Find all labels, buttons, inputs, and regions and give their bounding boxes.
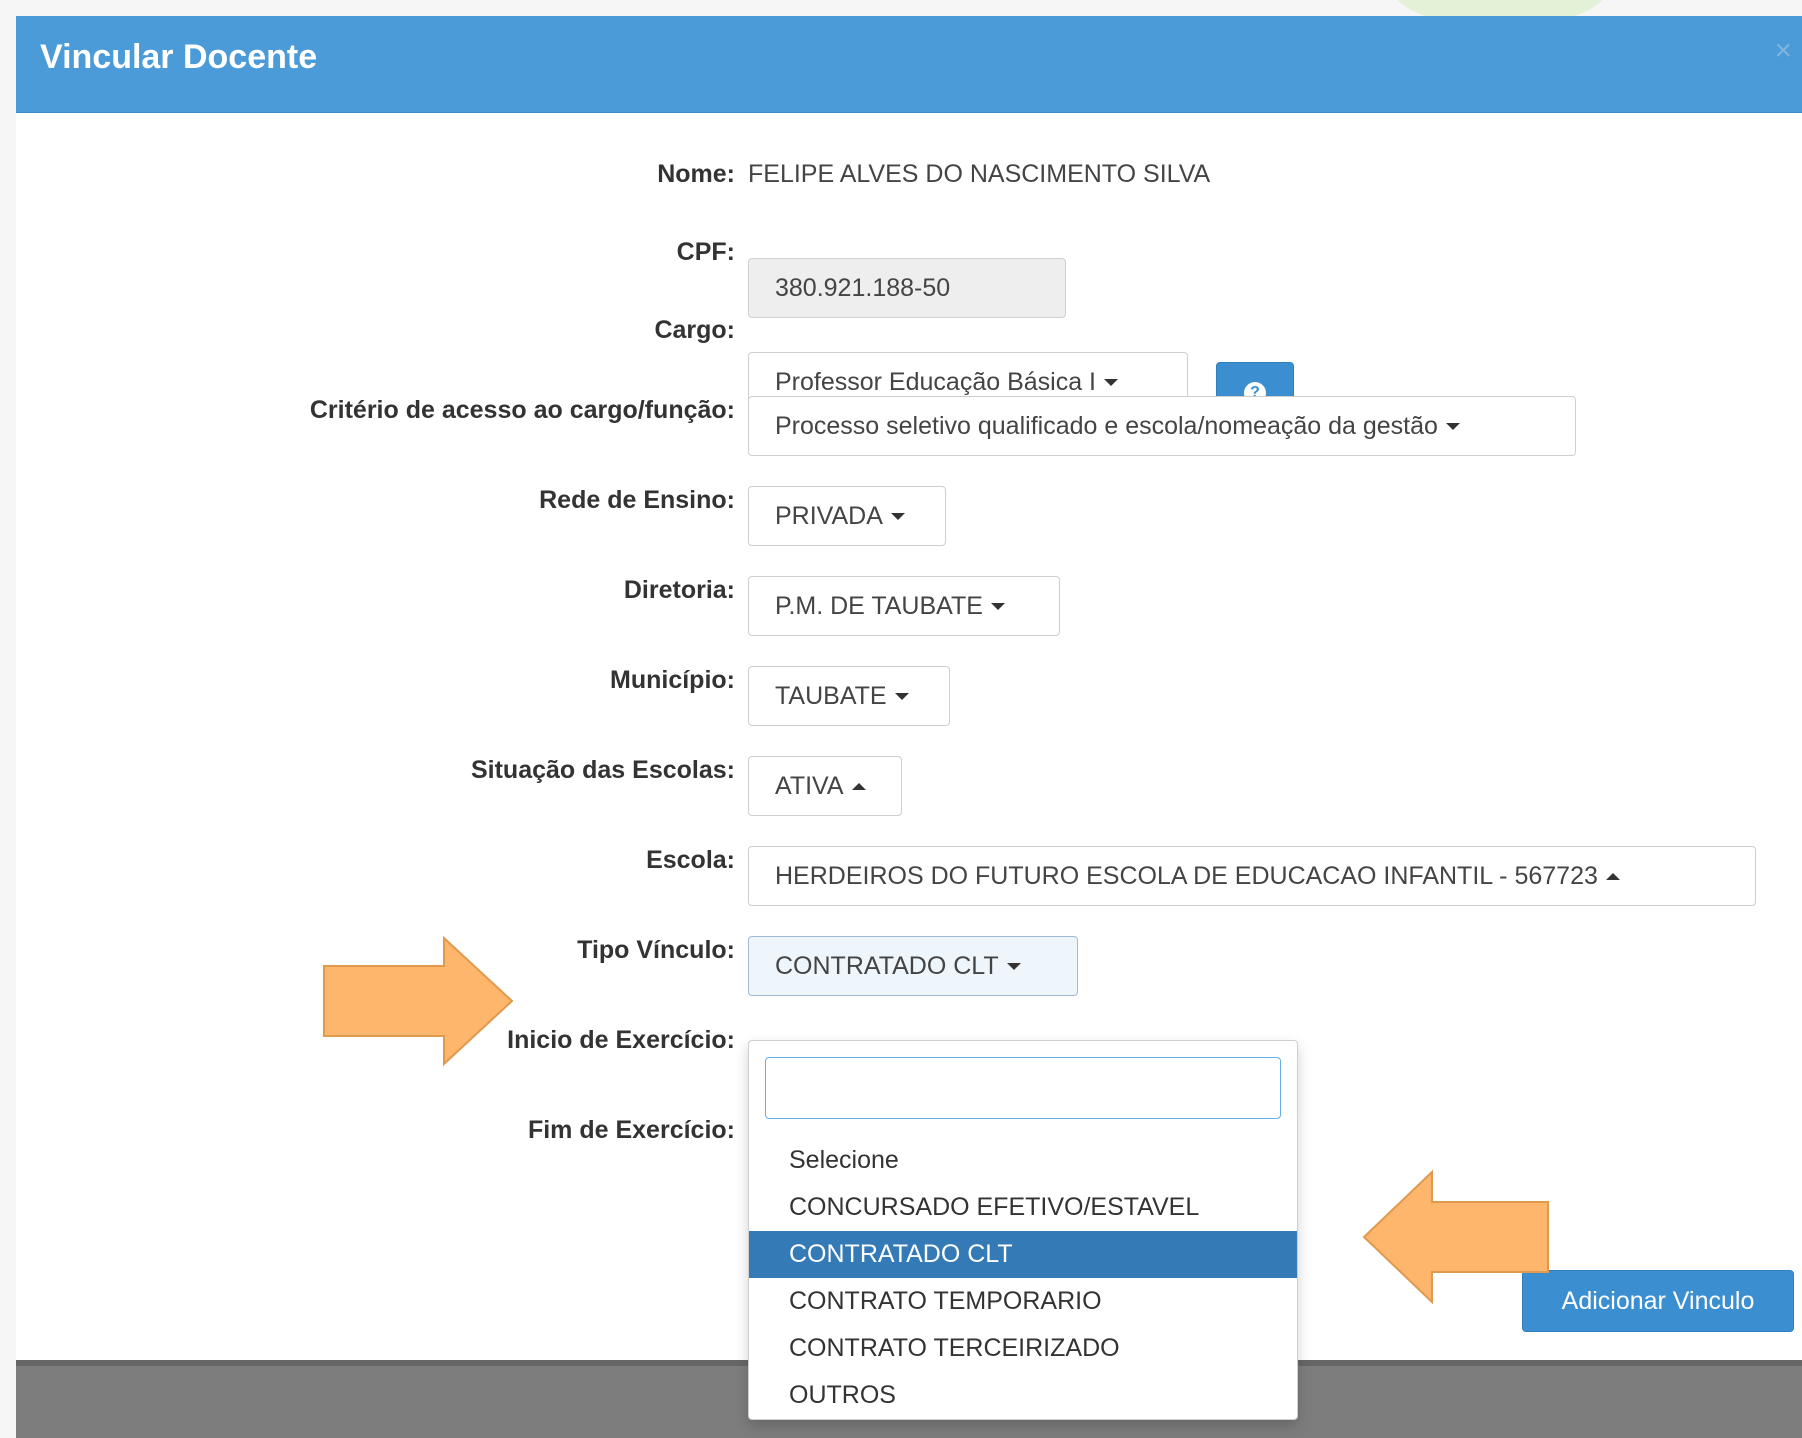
criterio-label: Critério de acesso ao cargo/função:	[309, 396, 735, 424]
nome-value: FELIPE ALVES DO NASCIMENTO SILVA	[748, 160, 1211, 188]
option-concursado-efetivo[interactable]: CONCURSADO EFETIVO/ESTAVEL	[749, 1184, 1297, 1231]
escola-label: Escola:	[646, 846, 735, 874]
situacao-value: ATIVA	[775, 771, 844, 800]
situacao-select[interactable]: ATIVA	[748, 756, 902, 816]
arrow-right-icon	[323, 935, 514, 1067]
modal-title: Vincular Docente	[40, 38, 318, 76]
caret-up-icon	[1605, 872, 1620, 880]
arrow-left-icon	[1362, 1169, 1549, 1305]
option-contrato-temporario[interactable]: CONTRATO TEMPORARIO	[749, 1278, 1297, 1325]
cargo-label: Cargo:	[654, 316, 735, 344]
add-vinculo-button[interactable]: Adicionar Vinculo	[1522, 1270, 1794, 1332]
caret-down-icon	[990, 602, 1005, 610]
close-icon[interactable]: ×	[1774, 34, 1792, 68]
tipo-vinculo-dropdown: Selecione CONCURSADO EFETIVO/ESTAVEL CON…	[748, 1040, 1298, 1420]
caret-down-icon	[1006, 962, 1021, 970]
tipo-vinculo-select[interactable]: CONTRATADO CLT	[748, 936, 1078, 996]
caret-down-icon	[1104, 378, 1118, 386]
nome-label: Nome:	[657, 160, 735, 188]
diretoria-value: P.M. DE TAUBATE	[775, 591, 983, 620]
rede-value: PRIVADA	[775, 501, 883, 530]
option-contrato-terceirizado[interactable]: CONTRATO TERCEIRIZADO	[749, 1325, 1297, 1372]
escola-value: HERDEIROS DO FUTURO ESCOLA DE EDUCACAO I…	[775, 861, 1598, 890]
cargo-value: Professor Educação Básica I	[775, 367, 1096, 396]
caret-down-icon	[890, 512, 905, 520]
option-selecione[interactable]: Selecione	[749, 1137, 1297, 1184]
criterio-value: Processo seletivo qualificado e escola/n…	[775, 411, 1438, 440]
tipo-vinculo-value: CONTRATADO CLT	[775, 951, 999, 980]
diretoria-label: Diretoria:	[623, 576, 735, 604]
municipio-select[interactable]: TAUBATE	[748, 666, 950, 726]
modal-header: Vincular Docente ×	[16, 16, 1802, 113]
cpf-field: 380.921.188-50	[748, 258, 1066, 318]
dropdown-options: Selecione CONCURSADO EFETIVO/ESTAVEL CON…	[749, 1137, 1297, 1419]
caret-up-icon	[851, 782, 866, 790]
escola-select[interactable]: HERDEIROS DO FUTURO ESCOLA DE EDUCACAO I…	[748, 846, 1756, 906]
cpf-value: 380.921.188-50	[775, 273, 951, 302]
diretoria-select[interactable]: P.M. DE TAUBATE	[748, 576, 1060, 636]
rede-select[interactable]: PRIVADA	[748, 486, 946, 546]
situacao-label: Situação das Escolas:	[470, 756, 735, 784]
rede-label: Rede de Ensino:	[539, 486, 735, 514]
criterio-select[interactable]: Processo seletivo qualificado e escola/n…	[748, 396, 1576, 456]
option-outros[interactable]: OUTROS	[749, 1372, 1297, 1419]
caret-down-icon	[1445, 422, 1460, 430]
municipio-value: TAUBATE	[775, 681, 887, 710]
cpf-label: CPF:	[676, 238, 735, 266]
municipio-label: Município:	[610, 666, 735, 694]
caret-down-icon	[894, 692, 909, 700]
fim-exercicio-label: Fim de Exercício:	[527, 1116, 735, 1144]
option-contratado-clt[interactable]: CONTRATADO CLT	[749, 1231, 1297, 1278]
dropdown-search-input[interactable]	[765, 1057, 1281, 1119]
